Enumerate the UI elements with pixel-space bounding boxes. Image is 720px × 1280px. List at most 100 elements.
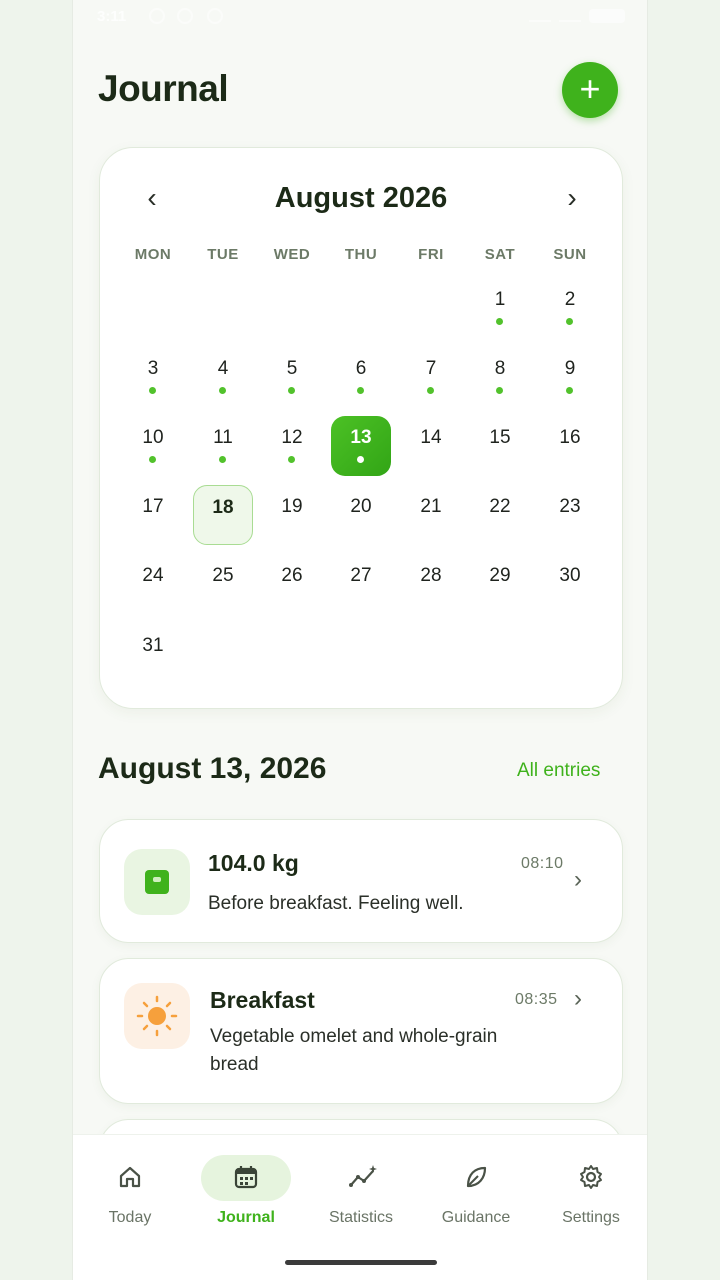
calendar-day[interactable]: 29	[470, 554, 530, 614]
entry-indicator-dot	[566, 318, 573, 325]
app-notification-icon	[207, 8, 223, 24]
calendar-day-number: 21	[420, 496, 442, 517]
next-month-button[interactable]: ›	[552, 178, 592, 218]
entry-title: 104.0 kg	[208, 850, 299, 876]
status-bar: 3:11	[73, 0, 647, 34]
calendar-day-number: 1	[494, 289, 506, 310]
weekday-label: MON	[134, 246, 172, 263]
calendar-day[interactable]: 22	[470, 485, 530, 545]
calendar-day[interactable]: 28	[401, 554, 461, 614]
scale-icon	[145, 870, 169, 894]
entry-card-weight[interactable]: 104.0 kg 08:10 Before breakfast. Feeling…	[99, 819, 623, 943]
calendar-day-number: 4	[217, 358, 229, 379]
calendar-day[interactable]: 7	[401, 347, 461, 407]
sync-icon	[177, 8, 193, 24]
calendar-day[interactable]: 19	[262, 485, 322, 545]
calendar-day[interactable]: 20	[331, 485, 391, 545]
calendar-day[interactable]: 10	[123, 416, 183, 476]
calendar-day[interactable]: 4	[193, 347, 253, 407]
calendar-day[interactable]: 5	[262, 347, 322, 407]
calendar-day[interactable]: 8	[470, 347, 530, 407]
app-screen: 3:11 Journal + ‹ August 2026 › MON TUE WED…	[72, 0, 648, 1280]
home-indicator	[285, 1260, 437, 1265]
calendar-day-number: 15	[489, 427, 511, 448]
nav-journal[interactable]: Journal	[191, 1155, 301, 1227]
calendar-day-number: 7	[425, 358, 437, 379]
calendar-day-number: 26	[281, 565, 303, 586]
weekday-label: SUN	[553, 246, 587, 263]
calendar-day-number: 13	[350, 427, 372, 448]
nav-label: Settings	[562, 1209, 620, 1226]
calendar-day-number: 30	[559, 565, 581, 586]
meal-icon-tile	[124, 983, 190, 1049]
calendar-day-number: 5	[286, 358, 298, 379]
calendar-day[interactable]: 6	[331, 347, 391, 407]
entry-card-breakfast[interactable]: Breakfast 08:35 Vegetable omelet and who…	[99, 958, 623, 1104]
leaf-icon	[466, 1166, 487, 1188]
chevron-right-icon: ›	[574, 866, 582, 893]
calendar-day[interactable]: 21	[401, 485, 461, 545]
calendar-day[interactable]: 13	[331, 416, 391, 476]
calendar-day-number: 27	[350, 565, 372, 586]
nav-statistics[interactable]: Statistics	[306, 1155, 416, 1227]
calendar-day-number: 2	[564, 289, 576, 310]
calendar-day[interactable]: 27	[331, 554, 391, 614]
entry-indicator-dot	[496, 318, 503, 325]
entry-indicator-dot	[219, 456, 226, 463]
calendar-card: ‹ August 2026 › MON TUE WED THU FRI SAT SUN 12…	[99, 147, 623, 709]
page-title: Journal	[98, 68, 229, 109]
notification-icon	[149, 8, 165, 24]
calendar-day[interactable]: 31	[123, 624, 183, 684]
calendar-day[interactable]: 24	[123, 554, 183, 614]
calendar-day[interactable]: 3	[123, 347, 183, 407]
battery-icon	[589, 9, 625, 23]
nav-settings-pill	[546, 1155, 636, 1201]
weekday-label: TUE	[207, 246, 239, 263]
add-entry-button[interactable]: +	[562, 62, 618, 118]
calendar-day-number: 12	[281, 427, 303, 448]
calendar-day[interactable]: 1	[470, 278, 530, 338]
calendar-day-number: 24	[142, 565, 164, 586]
nav-today-pill	[85, 1155, 175, 1201]
entry-indicator-dot	[357, 387, 364, 394]
sun-icon	[136, 995, 178, 1037]
calendar-day[interactable]: 30	[540, 554, 600, 614]
signal-icon	[529, 10, 551, 22]
nav-label: Journal	[217, 1209, 275, 1226]
weekday-label: THU	[344, 246, 378, 263]
entry-indicator-dot	[496, 387, 503, 394]
status-right	[529, 9, 625, 23]
entry-indicator-dot	[357, 456, 364, 463]
calendar-day-number: 11	[213, 427, 233, 448]
calendar-day[interactable]: 16	[540, 416, 600, 476]
all-entries-link[interactable]: All entries	[517, 760, 600, 782]
calendar-day-number: 18	[212, 497, 234, 518]
chart-icon	[349, 1165, 377, 1187]
nav-journal-pill	[201, 1155, 291, 1201]
entry-time: 08:10	[521, 855, 564, 872]
entry-description: Before breakfast. Feeling well.	[208, 893, 464, 914]
calendar-day[interactable]: 12	[262, 416, 322, 476]
nav-guidance[interactable]: Guidance	[421, 1155, 531, 1227]
calendar-day-number: 31	[142, 635, 164, 656]
calendar-day[interactable]: 23	[540, 485, 600, 545]
calendar-day[interactable]: 26	[262, 554, 322, 614]
nav-label: Guidance	[441, 1209, 511, 1226]
calendar-day[interactable]: 15	[470, 416, 530, 476]
calendar-day[interactable]: 18	[193, 485, 253, 545]
calendar-day-number: 3	[147, 358, 159, 379]
nav-settings[interactable]: Settings	[536, 1155, 646, 1227]
calendar-day[interactable]: 14	[401, 416, 461, 476]
calendar-day[interactable]: 17	[123, 485, 183, 545]
calendar-month-title: August 2026	[274, 182, 448, 214]
calendar-day[interactable]: 9	[540, 347, 600, 407]
calendar-day[interactable]: 2	[540, 278, 600, 338]
calendar-day[interactable]: 11	[193, 416, 253, 476]
nav-today[interactable]: Today	[75, 1155, 185, 1227]
weight-icon-tile	[124, 849, 190, 915]
entry-indicator-dot	[288, 387, 295, 394]
calendar-day-number: 25	[212, 565, 234, 586]
entry-indicator-dot	[149, 387, 156, 394]
status-time: 3:11	[97, 8, 127, 25]
calendar-day[interactable]: 25	[193, 554, 253, 614]
